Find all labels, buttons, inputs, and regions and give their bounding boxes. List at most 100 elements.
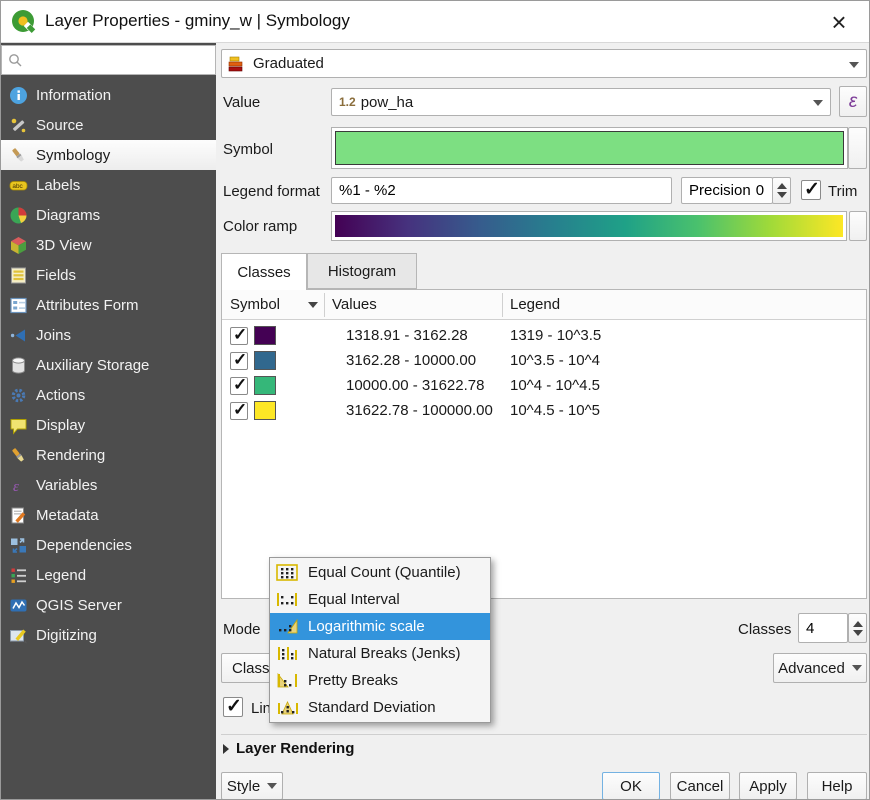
sidebar-item-symbology[interactable]: Symbology — [1, 140, 216, 170]
sidebar-item-joins[interactable]: Joins — [1, 320, 216, 350]
sidebar-item-label: Symbology — [36, 147, 110, 164]
class-legend[interactable]: 10^4 - 10^4.5 — [510, 377, 600, 394]
column-separator[interactable] — [502, 293, 503, 317]
class-values[interactable]: 10000.00 - 31622.78 — [346, 377, 484, 394]
mode-option-natural-breaks[interactable]: Natural Breaks (Jenks) — [270, 640, 490, 667]
column-separator[interactable] — [324, 293, 325, 317]
class-values[interactable]: 3162.28 - 10000.00 — [346, 352, 476, 369]
chevron-down-icon — [849, 62, 859, 68]
decimal-field-icon: 1.2 — [339, 95, 356, 109]
style-menu-button[interactable]: Style — [221, 772, 283, 800]
sidebar-item-qgis-server[interactable]: QGIS Server — [1, 590, 216, 620]
mode-dropdown-menu: Equal Count (Quantile) Equal Interval Lo… — [269, 557, 491, 723]
symbol-dropdown-button[interactable] — [848, 127, 867, 169]
sidebar-item-dependencies[interactable]: Dependencies — [1, 530, 216, 560]
close-icon[interactable]: × — [825, 9, 853, 37]
sidebar-item-actions[interactable]: Actions — [1, 380, 216, 410]
mode-label: Mode — [223, 621, 261, 638]
auxiliary-storage-icon — [9, 356, 28, 375]
color-ramp-button[interactable] — [331, 211, 847, 241]
trim-checkbox[interactable] — [801, 180, 821, 200]
tab-histogram[interactable]: Histogram — [307, 253, 417, 289]
mode-option-logarithmic-scale[interactable]: Logarithmic scale — [270, 613, 490, 640]
trim-label: Trim — [828, 183, 857, 200]
sidebar-item-display[interactable]: Display — [1, 410, 216, 440]
row-visibility-checkbox[interactable] — [230, 327, 248, 345]
mode-option-equal-interval[interactable]: Equal Interval — [270, 586, 490, 613]
tab-classes[interactable]: Classes — [221, 253, 307, 290]
sidebar-search-input[interactable] — [28, 48, 208, 72]
spin-down-icon — [853, 630, 863, 636]
column-header-values[interactable]: Values — [332, 296, 377, 313]
classes-count-spinbox[interactable]: 4 — [798, 613, 848, 643]
help-button[interactable]: Help — [807, 772, 867, 800]
sidebar-item-label: Actions — [36, 387, 85, 404]
table-row[interactable]: 3162.28 - 10000.00 10^3.5 - 10^4 — [222, 348, 866, 373]
class-values[interactable]: 31622.78 - 100000.00 — [346, 402, 493, 419]
column-header-legend[interactable]: Legend — [510, 296, 560, 313]
row-visibility-checkbox[interactable] — [230, 377, 248, 395]
svg-text:ε: ε — [13, 479, 19, 495]
qgis-server-icon — [9, 596, 28, 615]
class-color-swatch[interactable] — [254, 376, 276, 395]
mode-option-pretty-breaks[interactable]: Pretty Breaks — [270, 667, 490, 694]
mode-option-equal-count[interactable]: Equal Count (Quantile) — [270, 559, 490, 586]
column-header-symbol[interactable]: Symbol — [230, 296, 280, 313]
sidebar-item-source[interactable]: Source — [1, 110, 216, 140]
precision-spin-buttons[interactable] — [772, 177, 791, 204]
color-ramp-dropdown-button[interactable] — [849, 211, 867, 241]
class-values[interactable]: 1318.91 - 3162.28 — [346, 327, 468, 344]
legend-format-input[interactable] — [331, 177, 672, 204]
class-legend[interactable]: 10^4.5 - 10^5 — [510, 402, 600, 419]
mode-option-standard-deviation[interactable]: Standard Deviation — [270, 694, 490, 721]
sidebar-item-label: Information — [36, 87, 111, 104]
actions-icon — [9, 386, 28, 405]
sidebar-item-3d-view[interactable]: 3D View — [1, 230, 216, 260]
sidebar-item-rendering[interactable]: Rendering — [1, 440, 216, 470]
link-class-boundaries-checkbox[interactable] — [223, 697, 243, 717]
class-color-swatch[interactable] — [254, 401, 276, 420]
labels-icon: abc — [9, 176, 28, 195]
sidebar-item-diagrams[interactable]: Diagrams — [1, 200, 216, 230]
variables-icon: ε — [9, 476, 28, 495]
sidebar-item-attributes-form[interactable]: Attributes Form — [1, 290, 216, 320]
sidebar-item-label: Legend — [36, 567, 86, 584]
pretty-breaks-icon — [276, 672, 300, 689]
sidebar-item-label: Fields — [36, 267, 76, 284]
sidebar-item-legend[interactable]: Legend — [1, 560, 216, 590]
class-color-swatch[interactable] — [254, 326, 276, 345]
class-color-swatch[interactable] — [254, 351, 276, 370]
sidebar-item-label: Metadata — [36, 507, 99, 524]
sidebar-item-label: Dependencies — [36, 537, 132, 554]
symbol-preview-button[interactable] — [331, 127, 848, 169]
cancel-button[interactable]: Cancel — [670, 772, 730, 800]
layer-rendering-section[interactable]: Layer Rendering — [223, 740, 354, 757]
precision-spinbox[interactable]: Precision 0 — [681, 177, 773, 204]
class-legend[interactable]: 1319 - 10^3.5 — [510, 327, 601, 344]
sidebar-item-fields[interactable]: Fields — [1, 260, 216, 290]
value-field-combo[interactable]: 1.2 pow_ha — [331, 88, 831, 116]
apply-button[interactable]: Apply — [739, 772, 797, 800]
sidebar-item-label: Digitizing — [36, 627, 97, 644]
svg-text:abc: abc — [12, 183, 23, 190]
renderer-type-combo[interactable]: Graduated — [221, 49, 867, 78]
sidebar-item-variables[interactable]: ε Variables — [1, 470, 216, 500]
expression-builder-button[interactable]: ε — [839, 86, 867, 117]
sidebar-item-digitizing[interactable]: Digitizing — [1, 620, 216, 650]
table-row[interactable]: 10000.00 - 31622.78 10^4 - 10^4.5 — [222, 373, 866, 398]
classes-spin-buttons[interactable] — [848, 613, 867, 643]
sidebar-item-labels[interactable]: abc Labels — [1, 170, 216, 200]
table-row[interactable]: 1318.91 - 3162.28 1319 - 10^3.5 — [222, 323, 866, 348]
advanced-button[interactable]: Advanced — [773, 653, 867, 683]
sidebar-item-label: 3D View — [36, 237, 92, 254]
row-visibility-checkbox[interactable] — [230, 352, 248, 370]
sidebar-item-auxiliary-storage[interactable]: Auxiliary Storage — [1, 350, 216, 380]
sidebar-search — [1, 45, 216, 75]
sidebar-item-metadata[interactable]: Metadata — [1, 500, 216, 530]
class-legend[interactable]: 10^3.5 - 10^4 — [510, 352, 600, 369]
sidebar-item-information[interactable]: Information — [1, 80, 216, 110]
ok-button[interactable]: OK — [602, 772, 660, 800]
symbology-icon — [9, 146, 28, 165]
table-row[interactable]: 31622.78 - 100000.00 10^4.5 - 10^5 — [222, 398, 866, 423]
row-visibility-checkbox[interactable] — [230, 402, 248, 420]
